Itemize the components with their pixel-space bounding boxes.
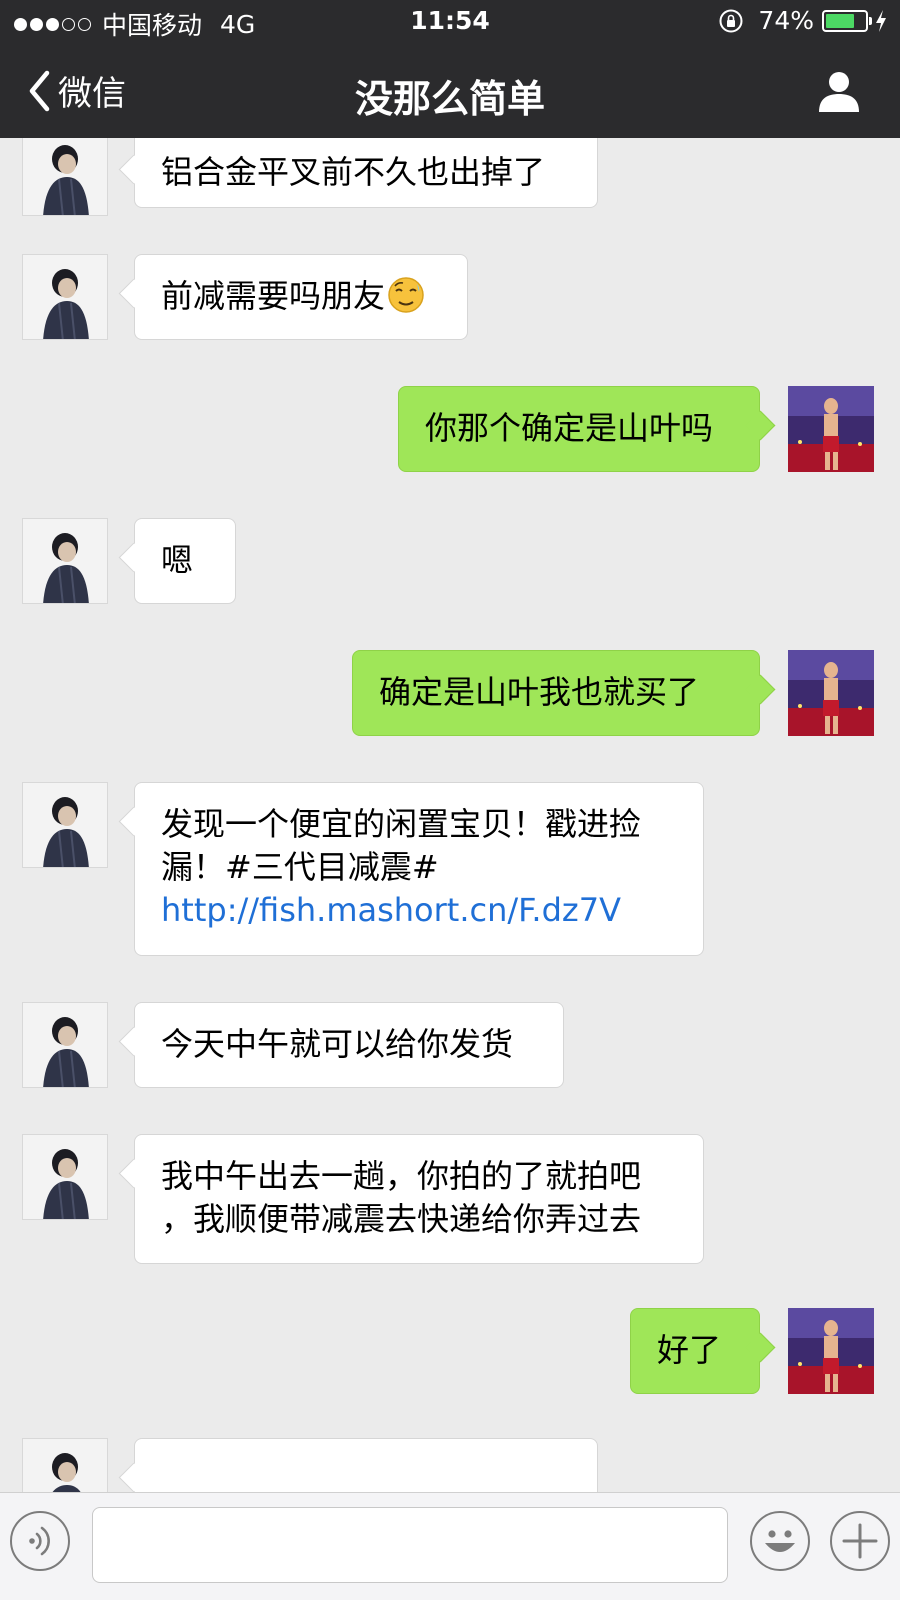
contact-avatar-image xyxy=(23,138,107,215)
message-text: 你那个确定是山叶吗 xyxy=(425,409,714,447)
message-text-line: ，我顺便带减震去快递给你弄过去 xyxy=(161,1200,642,1238)
my-avatar-image xyxy=(788,386,874,472)
charging-bolt-icon xyxy=(876,9,886,32)
contact-avatar[interactable] xyxy=(22,1002,108,1088)
nav-bar: 微信 没那么简单 xyxy=(0,44,900,138)
input-bar xyxy=(0,1492,900,1600)
message-text: 嗯 xyxy=(161,541,194,579)
message-bubble-received[interactable]: 发现一个便宜的闲置宝贝！戳进捡 漏！#三代目减震# http://fish.ma… xyxy=(134,782,704,956)
message-bubble-sent[interactable]: 你那个确定是山叶吗 xyxy=(398,386,760,472)
smiley-icon xyxy=(765,1530,795,1552)
contact-avatar-image xyxy=(23,783,107,867)
message-text: 前减需要吗朋友 xyxy=(161,277,386,315)
my-avatar[interactable] xyxy=(788,1308,874,1394)
person-icon[interactable] xyxy=(816,68,862,114)
message-text-line: 我中午出去一趟，你拍的了就拍吧 xyxy=(161,1157,642,1195)
message-bubble-received[interactable]: 前减需要吗朋友 xyxy=(134,254,468,340)
contact-avatar[interactable] xyxy=(22,782,108,868)
message-list[interactable]: 铝合金平叉前不久也出掉了 前减需要吗朋友 你那个确定是山叶吗 嗯 确定是山叶我也… xyxy=(0,138,900,1492)
voice-icon xyxy=(29,1526,50,1556)
message-bubble-received-partial[interactable] xyxy=(134,1438,598,1492)
message-bubble-sent[interactable]: 好了 xyxy=(630,1308,760,1394)
my-avatar[interactable] xyxy=(788,650,874,736)
message-text: 今天中午就可以给你发货 xyxy=(161,1025,514,1063)
message-text: 确定是山叶我也就买了 xyxy=(379,673,700,711)
contact-avatar-image xyxy=(23,1439,107,1492)
my-avatar-image xyxy=(788,1308,874,1394)
status-bar: 中国移动 4G 11:54 74% xyxy=(0,0,900,44)
message-link[interactable]: http://fish.mashort.cn/F.dz7V xyxy=(161,889,681,932)
battery-level-fill xyxy=(826,13,855,28)
contact-avatar-image xyxy=(23,255,107,339)
more-button[interactable] xyxy=(830,1511,890,1571)
contact-avatar-image xyxy=(23,519,107,603)
message-text-line: 漏！#三代目减震# xyxy=(161,848,439,886)
contact-avatar[interactable] xyxy=(22,518,108,604)
contact-avatar[interactable] xyxy=(22,254,108,340)
battery-icon xyxy=(822,9,872,32)
my-avatar[interactable] xyxy=(788,386,874,472)
message-bubble-received[interactable]: 铝合金平叉前不久也出掉了 xyxy=(134,138,598,208)
message-bubble-sent[interactable]: 确定是山叶我也就买了 xyxy=(352,650,760,736)
contact-avatar[interactable] xyxy=(22,1134,108,1220)
chat-title: 没那么简单 xyxy=(354,77,545,121)
my-avatar-image xyxy=(788,650,874,736)
contact-avatar-image xyxy=(23,1135,107,1219)
contact-avatar[interactable] xyxy=(22,138,108,216)
relieved-face-emoji-icon xyxy=(388,277,424,313)
rotation-lock-icon xyxy=(719,9,743,32)
plus-icon xyxy=(842,1523,878,1559)
status-right: 74% xyxy=(718,6,888,35)
message-bubble-received[interactable]: 嗯 xyxy=(134,518,236,604)
message-text: 铝合金平叉前不久也出掉了 xyxy=(161,153,546,191)
contact-avatar-image xyxy=(23,1003,107,1087)
emoji-button[interactable] xyxy=(750,1511,810,1571)
contact-avatar[interactable] xyxy=(22,1438,108,1492)
message-bubble-received[interactable]: 我中午出去一趟，你拍的了就拍吧 ，我顺便带减震去快递给你弄过去 xyxy=(134,1134,704,1264)
battery-percent: 74% xyxy=(758,6,814,35)
message-text-line: 发现一个便宜的闲置宝贝！戳进捡 xyxy=(161,805,642,843)
voice-button[interactable] xyxy=(10,1511,70,1571)
message-text: 好了 xyxy=(657,1331,722,1369)
message-bubble-received[interactable]: 今天中午就可以给你发货 xyxy=(134,1002,564,1088)
message-input[interactable] xyxy=(92,1507,728,1583)
